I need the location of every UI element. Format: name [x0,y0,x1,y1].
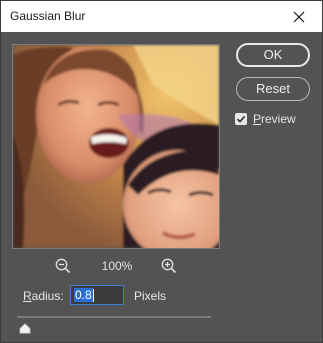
zoom-out-icon [55,258,71,274]
preview-label-mnemonic: P [253,112,262,126]
radius-slider-track[interactable] [17,316,211,318]
zoom-level: 100% [101,259,133,273]
slider-thumb-icon [19,323,31,334]
reset-button[interactable]: Reset [236,77,310,101]
radius-label: Radius: [23,289,64,303]
zoom-out-button[interactable] [54,257,72,275]
preview-checkbox-row[interactable]: Preview [235,112,296,126]
radius-slider-thumb[interactable] [19,321,31,334]
radius-value: 0.8 [74,288,93,302]
close-icon [293,11,305,22]
radius-label-rest: adius: [31,289,64,303]
preview-photo [13,45,219,248]
radius-units: Pixels [134,289,167,303]
preview-checkbox-label: Preview [253,112,296,126]
preview-label-rest: review [261,112,296,126]
preview-image[interactable] [12,44,220,249]
gaussian-blur-dialog: Gaussian Blur 100% OK Reset Preview Radi… [0,0,323,343]
title-bar: Gaussian Blur [1,1,322,32]
dialog-title: Gaussian Blur [10,9,86,23]
zoom-in-icon [161,258,177,274]
radius-input[interactable]: 0.8 [70,285,124,305]
text-caret [92,288,94,302]
zoom-in-button[interactable] [160,257,178,275]
preview-checkbox[interactable] [235,113,247,125]
radius-label-mnemonic: R [23,289,32,303]
close-button[interactable] [276,1,322,32]
checkmark-icon [236,115,246,123]
ok-button[interactable]: OK [236,43,310,67]
zoom-controls: 100% [12,256,220,276]
